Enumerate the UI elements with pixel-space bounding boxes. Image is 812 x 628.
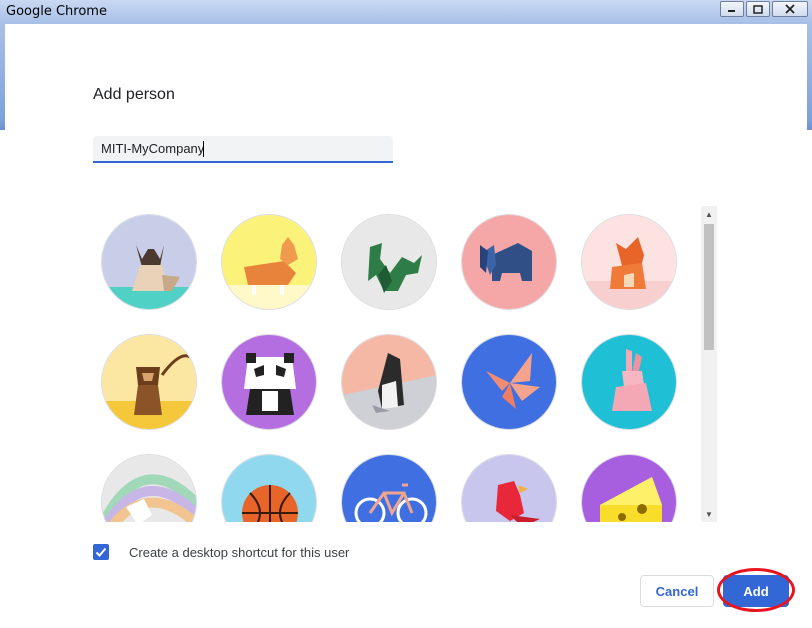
avatar-grid bbox=[101, 214, 677, 522]
monkey-icon bbox=[102, 335, 196, 429]
unicorn-avatar[interactable] bbox=[101, 454, 197, 522]
butterfly-avatar[interactable] bbox=[461, 334, 557, 430]
fox-icon bbox=[582, 215, 676, 309]
basketball-avatar[interactable] bbox=[221, 454, 317, 522]
bird-icon bbox=[462, 455, 556, 522]
bird-avatar[interactable] bbox=[461, 454, 557, 522]
penguin-icon bbox=[342, 335, 436, 429]
maximize-icon bbox=[753, 4, 763, 14]
rabbit-avatar[interactable] bbox=[581, 334, 677, 430]
desktop-shortcut-label: Create a desktop shortcut for this user bbox=[129, 544, 350, 560]
fox-avatar[interactable] bbox=[581, 214, 677, 310]
window-title: Google Chrome bbox=[6, 4, 107, 19]
checkmark-icon bbox=[95, 547, 107, 557]
butterfly-icon bbox=[462, 335, 556, 429]
panda-icon bbox=[222, 335, 316, 429]
text-caret bbox=[203, 141, 204, 157]
cat-avatar[interactable] bbox=[101, 214, 197, 310]
add-button[interactable]: Add bbox=[723, 575, 789, 607]
cheese-icon bbox=[582, 455, 676, 522]
cancel-button[interactable]: Cancel bbox=[640, 575, 714, 607]
desktop-shortcut-option: Create a desktop shortcut for this user bbox=[93, 544, 349, 560]
avatar-scrollbar[interactable]: ▲ ▼ bbox=[701, 206, 717, 522]
elephant-avatar[interactable] bbox=[461, 214, 557, 310]
dragon-icon bbox=[342, 215, 436, 309]
bicycle-avatar[interactable] bbox=[341, 454, 437, 522]
close-icon bbox=[785, 4, 795, 14]
chrome-window: Google Chrome Add person MITI-MyCompany … bbox=[0, 0, 812, 628]
panda-avatar[interactable] bbox=[221, 334, 317, 430]
scroll-down-arrow-icon[interactable]: ▼ bbox=[701, 506, 717, 522]
minimize-button[interactable] bbox=[720, 1, 744, 17]
rabbit-icon bbox=[582, 335, 676, 429]
minimize-icon bbox=[728, 10, 735, 12]
penguin-avatar[interactable] bbox=[341, 334, 437, 430]
unicorn-icon bbox=[102, 455, 196, 522]
corgi-avatar[interactable] bbox=[221, 214, 317, 310]
person-name-input[interactable] bbox=[93, 136, 393, 163]
corgi-icon bbox=[222, 215, 316, 309]
scroll-up-arrow-icon[interactable]: ▲ bbox=[701, 206, 717, 222]
basketball-icon bbox=[222, 455, 316, 522]
dialog: Add person MITI-MyCompany ▲ ▼ Create a d… bbox=[5, 24, 807, 624]
elephant-icon bbox=[462, 215, 556, 309]
window-controls bbox=[720, 1, 808, 17]
dialog-heading: Add person bbox=[93, 86, 175, 103]
avatar-picker bbox=[93, 206, 717, 522]
cat-icon bbox=[102, 215, 196, 309]
dragon-avatar[interactable] bbox=[341, 214, 437, 310]
desktop-shortcut-checkbox[interactable] bbox=[93, 544, 109, 560]
monkey-avatar[interactable] bbox=[101, 334, 197, 430]
bicycle-icon bbox=[342, 455, 436, 522]
title-bar: Google Chrome bbox=[0, 0, 812, 24]
maximize-button[interactable] bbox=[746, 1, 770, 17]
cheese-avatar[interactable] bbox=[581, 454, 677, 522]
close-button[interactable] bbox=[772, 1, 808, 17]
scroll-thumb[interactable] bbox=[704, 224, 714, 350]
